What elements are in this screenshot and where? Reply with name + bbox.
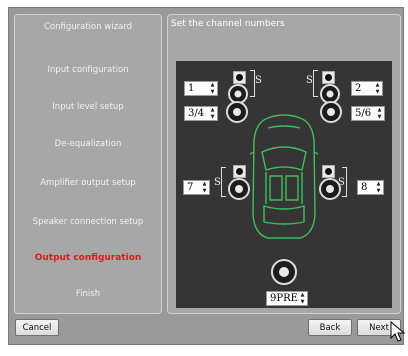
front-left-woofer-channel-stepper[interactable]: 3/4 ▲ ▼ [184,106,218,121]
spin-down-icon[interactable]: ▼ [375,114,384,121]
spin-down-icon[interactable]: ▼ [200,188,209,195]
page-title: Set the channel numbers [171,19,285,29]
channel-value: 3/4 [188,108,205,119]
wizard-main-area: Set the channel numbers 1 ▲ ▼ S 3/4 ▲ ▼ … [167,14,401,314]
spin-down-icon[interactable]: ▼ [208,89,217,96]
sidebar-item-output-configuration[interactable]: Output configuration [15,253,161,263]
rear-right-tweeter-icon [322,165,335,178]
link-bracket [313,70,318,97]
channel-value: 7 [187,182,194,193]
sidebar-item-speaker-connection-setup[interactable]: Speaker connection setup [15,217,161,227]
rear-left-tweeter-icon [233,165,246,178]
sidebar-item-input-level-setup[interactable]: Input level setup [15,102,161,112]
car-outline-icon [249,114,319,239]
channel-value: 1 [188,83,195,94]
spin-down-icon[interactable]: ▼ [298,299,307,306]
spin-down-icon[interactable]: ▼ [374,188,383,195]
cancel-button[interactable]: Cancel [15,319,59,336]
front-left-tweeter-channel-stepper[interactable]: 1 ▲ ▼ [184,81,218,96]
channel-value: 8 [361,182,368,193]
mouse-cursor-icon [390,321,406,342]
front-right-tweeter-channel-stepper[interactable]: 2 ▲ ▼ [351,81,383,96]
back-button[interactable]: Back [308,319,352,336]
front-left-tweeter-icon [233,71,246,84]
sidebar-item-finish[interactable]: Finish [15,289,161,299]
sidebar-item-amplifier-output-setup[interactable]: Amplifier output setup [15,178,161,188]
front-right-woofer-channel-stepper[interactable]: 5/6 ▲ ▼ [351,106,385,121]
channel-value: 2 [355,83,362,94]
front-right-tweeter-icon [322,71,335,84]
sidebar-item-de-equalization[interactable]: De-equalization [15,139,161,149]
wizard-sidebar: Configuration wizard Input configuration… [14,14,162,314]
rear-left-woofer-icon [228,178,250,200]
car-speaker-panel: 1 ▲ ▼ S 3/4 ▲ ▼ 2 ▲ ▼ S 5/6 ▲ ▼ S 7 ▲ ▼ … [176,61,392,308]
subwoofer-channel-stepper[interactable]: 9PRE ▲ ▼ [266,291,308,306]
rear-right-channel-stepper[interactable]: 8 ▲ ▼ [357,180,384,195]
wizard-window: Configuration wizard Input configuration… [8,7,406,345]
sidebar-item-input-configuration[interactable]: Input configuration [15,65,161,75]
rear-left-channel-stepper[interactable]: 7 ▲ ▼ [183,180,210,195]
link-symbol: S [255,75,262,86]
front-left-woofer-icon [226,101,248,123]
subwoofer-icon [271,259,297,285]
spin-down-icon[interactable]: ▼ [208,114,217,121]
channel-value: 9PRE [270,293,298,304]
spin-down-icon[interactable]: ▼ [373,89,382,96]
link-symbol: S [306,75,313,86]
channel-value: 5/6 [355,108,372,119]
link-symbol: S [214,177,221,188]
link-bracket [221,167,226,197]
sidebar-item-configuration-wizard[interactable]: Configuration wizard [15,22,161,32]
front-right-woofer-icon [320,101,342,123]
rear-right-woofer-icon [319,178,341,200]
